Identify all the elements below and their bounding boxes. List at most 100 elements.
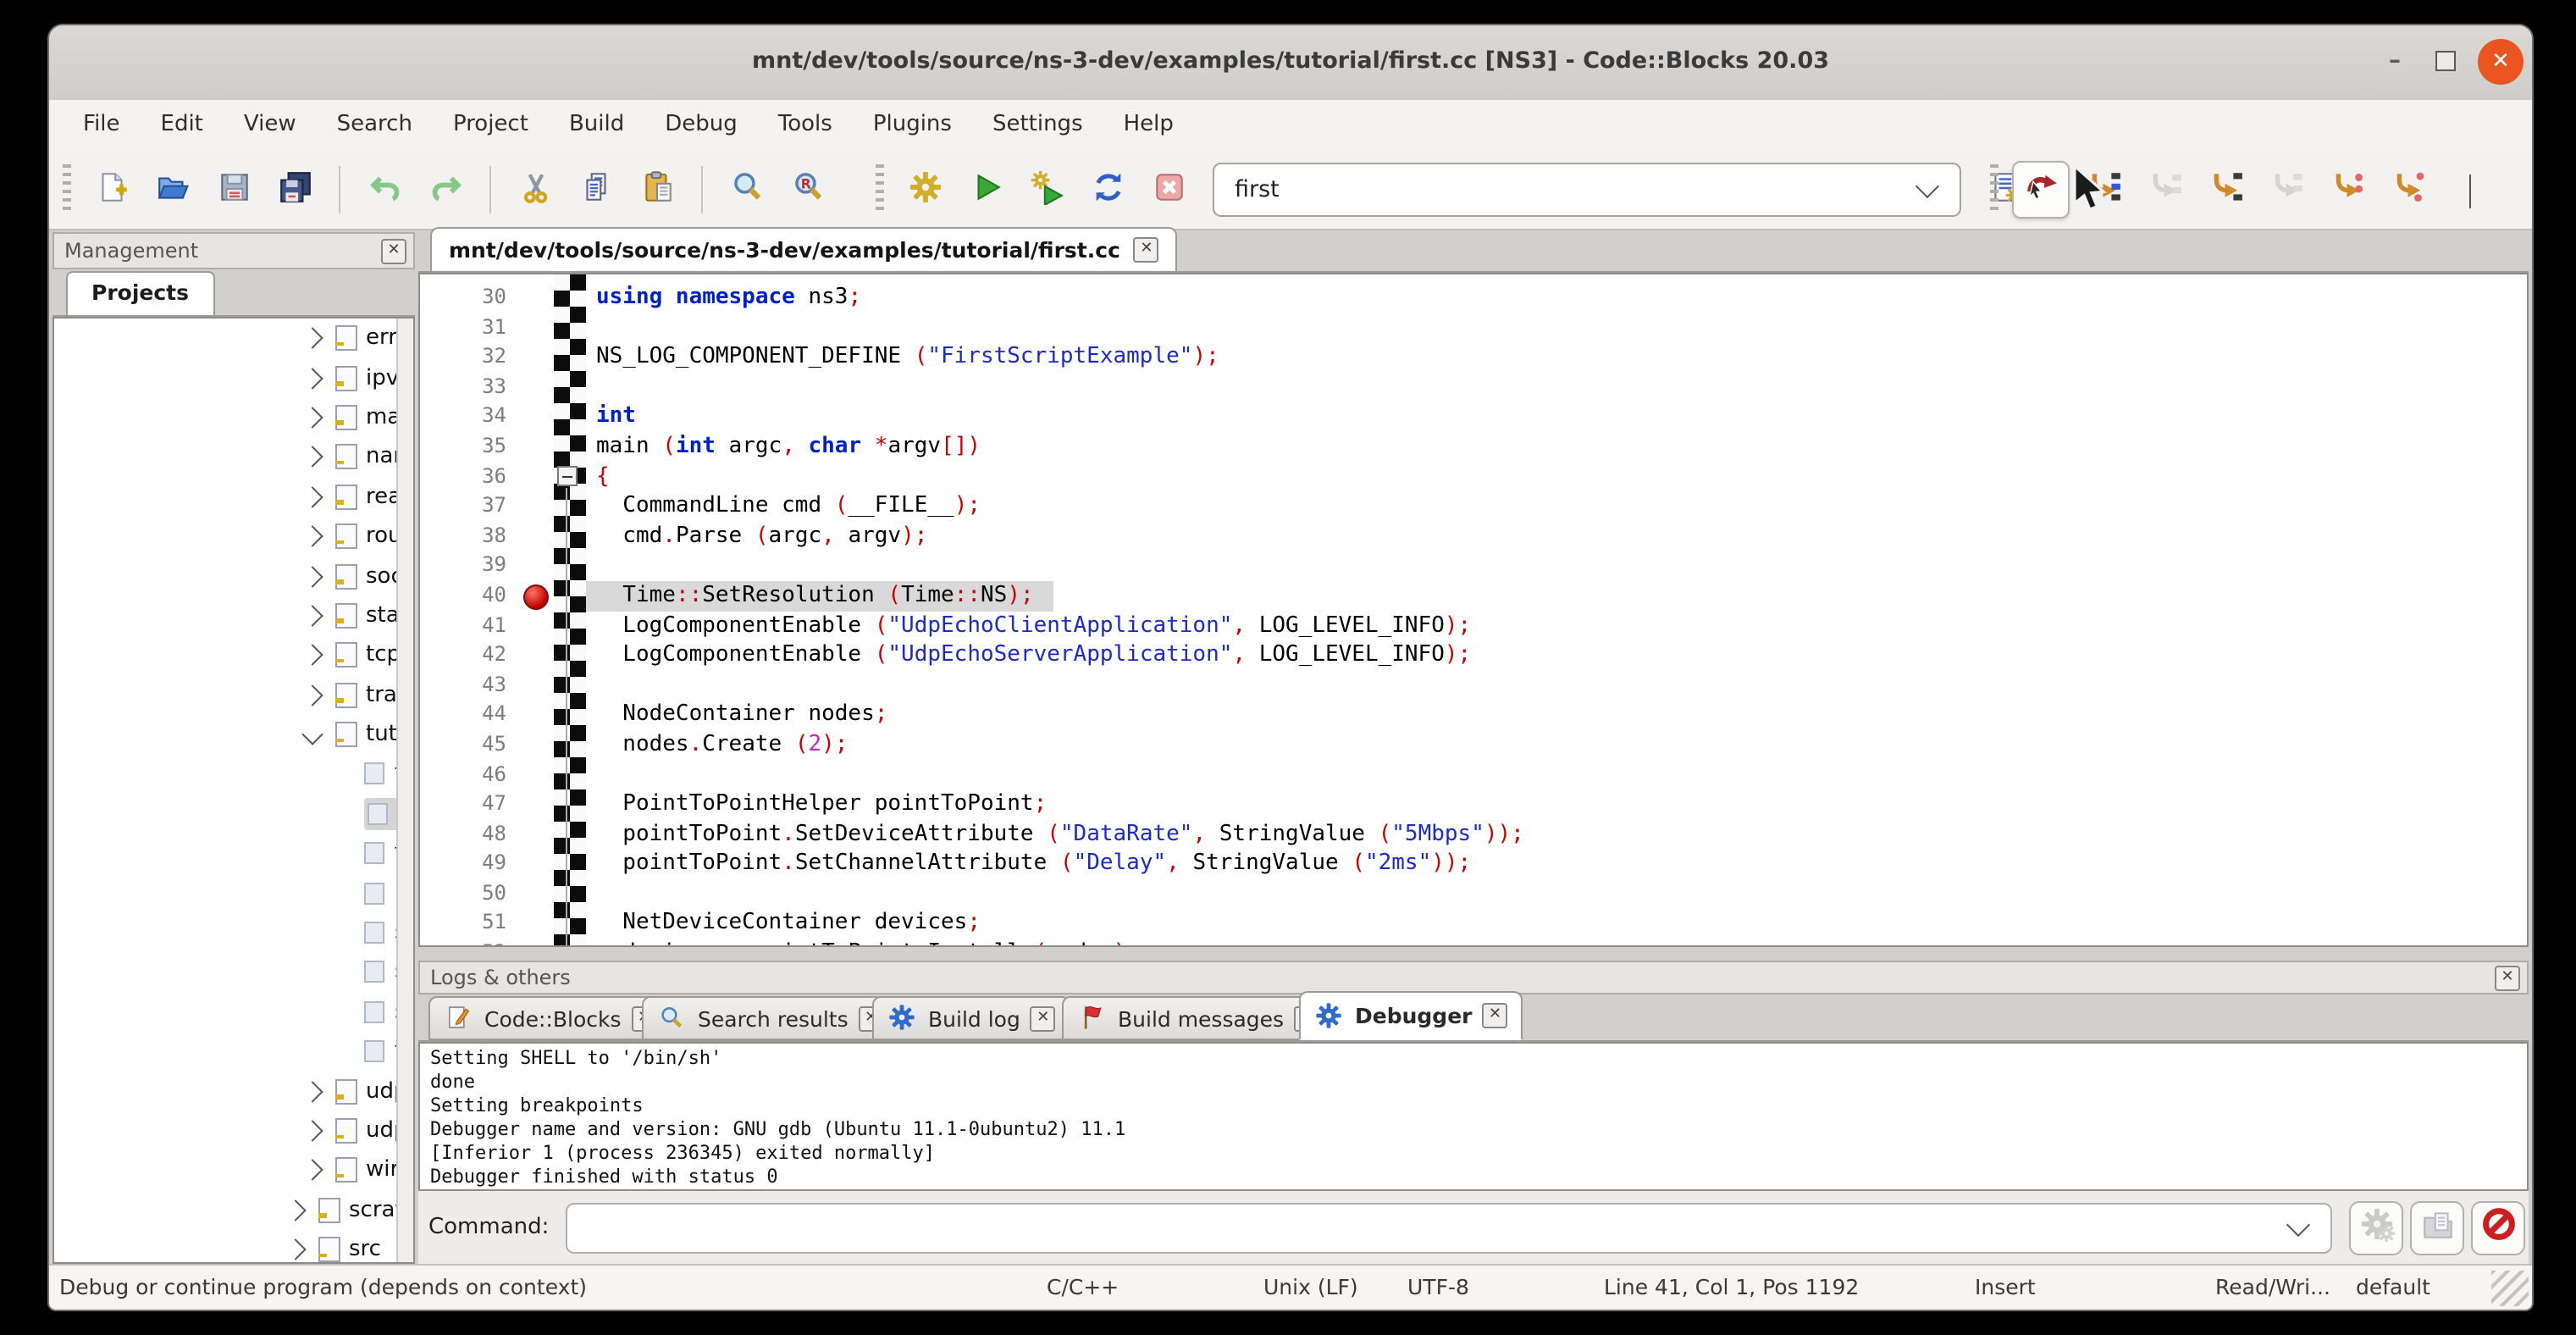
toolbar-overflow-button[interactable]	[2442, 163, 2496, 217]
code-line-46[interactable]: 46	[420, 760, 2527, 789]
run-button[interactable]	[959, 163, 1013, 217]
tree-item-tcp[interactable]: tcp	[54, 635, 413, 675]
editor-tab-close-icon[interactable]: ✕	[1134, 237, 1159, 263]
tree-item-rout[interactable]: rout	[54, 517, 413, 557]
code-line-37[interactable]: 37 CommandLine cmd (__FILE__);	[420, 491, 2527, 521]
line-number[interactable]: 43	[420, 670, 523, 700]
command-input[interactable]	[567, 1213, 2276, 1242]
tree-item-tuto[interactable]: tuto	[54, 715, 413, 755]
code-editor[interactable]: 30using namespace ns3;3132NS_LOG_COMPONE…	[418, 273, 2529, 947]
chevron-right-icon[interactable]	[301, 645, 323, 666]
log-tab-debugger[interactable]: Debugger✕	[1299, 991, 1523, 1040]
menu-item-project[interactable]: Project	[433, 100, 549, 151]
line-number[interactable]: 46	[420, 760, 523, 789]
chevron-right-icon[interactable]	[301, 565, 323, 586]
logs-close-icon[interactable]: ✕	[2495, 965, 2520, 990]
code-line-43[interactable]: 43	[420, 670, 2527, 700]
tree-item-reall[interactable]: reall	[54, 477, 413, 517]
minimize-button[interactable]: –	[2373, 25, 2417, 97]
tree-item-erro[interactable]: erro	[54, 319, 413, 358]
step-into-instruction-button[interactable]	[2381, 163, 2435, 217]
line-number[interactable]: 30	[420, 283, 523, 313]
chevron-right-icon[interactable]	[285, 1239, 306, 1260]
chevron-right-icon[interactable]	[301, 1080, 323, 1101]
log-tab-close-icon[interactable]: ✕	[1483, 1003, 1508, 1028]
build-button[interactable]	[898, 163, 952, 217]
code-line-41[interactable]: 41 LogComponentEnable ("UdpEchoClientApp…	[420, 611, 2527, 640]
build-and-run-button[interactable]	[1020, 163, 1074, 217]
code-line-30[interactable]: 30using namespace ns3;	[420, 283, 2527, 313]
line-number[interactable]: 44	[420, 701, 523, 730]
stop-debugger-button[interactable]	[2471, 1200, 2525, 1255]
tree-item-he[interactable]: he	[54, 873, 413, 913]
line-number[interactable]: 40	[420, 581, 523, 611]
tree-item-se[interactable]: se	[54, 913, 413, 953]
code-line-32[interactable]: 32NS_LOG_COMPONENT_DEFINE ("FirstScriptE…	[420, 342, 2527, 372]
toolbar-grip[interactable]	[1990, 164, 1998, 215]
code-line-49[interactable]: 49 pointToPoint.SetChannelAttribute ("De…	[420, 850, 2527, 879]
tree-item-mat[interactable]: mat	[54, 398, 413, 438]
replace-button[interactable]: R	[781, 163, 835, 217]
code-line-40[interactable]: 40 Time::SetResolution (Time::NS);	[420, 581, 2527, 611]
menu-item-plugins[interactable]: Plugins	[853, 100, 972, 151]
open-file-button[interactable]	[146, 163, 200, 217]
chevron-right-icon[interactable]	[301, 526, 323, 547]
chevron-right-icon[interactable]	[301, 367, 323, 388]
code-line-47[interactable]: 47 PointToPointHelper pointToPoint;	[420, 789, 2527, 819]
tree-item-wire[interactable]: wire	[54, 1150, 413, 1190]
chevron-right-icon[interactable]	[301, 486, 323, 507]
find-button[interactable]	[720, 163, 774, 217]
line-number[interactable]: 33	[420, 373, 523, 402]
line-number[interactable]: 52	[420, 939, 523, 947]
chevron-right-icon[interactable]	[301, 328, 323, 349]
line-number[interactable]: 41	[420, 611, 523, 640]
chevron-right-icon[interactable]	[301, 684, 323, 706]
abort-build-button[interactable]	[1142, 163, 1196, 217]
editor-tab-first-cc[interactable]: mnt/dev/tools/source/ns-3-dev/examples/t…	[430, 227, 1178, 271]
tree-item-th[interactable]: th	[54, 1032, 413, 1072]
build-target-input[interactable]	[1214, 176, 1905, 203]
save-file-button[interactable]	[207, 163, 261, 217]
menu-item-search[interactable]: Search	[317, 100, 433, 151]
line-number[interactable]: 47	[420, 789, 523, 819]
menu-item-file[interactable]: File	[63, 100, 141, 151]
tree-item-nam[interactable]: nam	[54, 437, 413, 477]
close-button[interactable]: ✕	[2478, 39, 2523, 85]
tree-item-six[interactable]: six	[54, 992, 413, 1032]
tab-projects[interactable]: Projects	[66, 271, 214, 315]
code-line-33[interactable]: 33	[420, 373, 2527, 402]
code-line-39[interactable]: 39	[420, 551, 2527, 581]
line-number[interactable]: 32	[420, 342, 523, 372]
line-number[interactable]: 42	[420, 640, 523, 670]
build-target-dropdown-icon[interactable]	[1915, 174, 1939, 198]
log-tab-search-results[interactable]: Search results✕	[642, 996, 899, 1040]
tree-scrollbar[interactable]	[396, 319, 413, 1262]
chevron-right-icon[interactable]	[301, 1160, 323, 1181]
line-number[interactable]: 36	[420, 462, 523, 491]
debugger-output[interactable]: Setting SHELL to '/bin/sh'doneSetting br…	[418, 1042, 2529, 1191]
line-number[interactable]: 50	[420, 879, 523, 909]
fold-collapse-icon[interactable]	[557, 466, 578, 486]
rebuild-button[interactable]	[1081, 163, 1135, 217]
cut-button[interactable]	[508, 163, 562, 217]
code-line-31[interactable]: 31	[420, 313, 2527, 342]
breakpoint-marker[interactable]	[523, 584, 549, 609]
title-bar[interactable]: mnt/dev/tools/source/ns-3-dev/examples/t…	[49, 25, 2532, 102]
menu-item-view[interactable]: View	[224, 100, 317, 151]
chevron-down-icon[interactable]	[301, 723, 323, 745]
menu-item-edit[interactable]: Edit	[141, 100, 224, 151]
line-number[interactable]: 51	[420, 909, 523, 939]
next-instruction-button[interactable]	[2320, 163, 2374, 217]
log-tab-code-blocks[interactable]: Code::Blocks✕	[428, 996, 672, 1040]
tree-item-fif[interactable]: fif	[54, 755, 413, 795]
tree-item-udp[interactable]: udp-	[54, 1111, 413, 1151]
chevron-right-icon[interactable]	[301, 446, 323, 468]
menu-item-tools[interactable]: Tools	[758, 100, 853, 151]
command-dropdown-icon[interactable]	[2286, 1212, 2310, 1236]
step-out-button[interactable]	[2259, 163, 2313, 217]
code-line-38[interactable]: 38 cmd.Parse (argc, argv);	[420, 522, 2527, 551]
code-line-52[interactable]: 52 devices = pointToPoint.Install (nodes…	[420, 939, 2527, 947]
build-target-combo[interactable]	[1213, 163, 1961, 217]
code-line-51[interactable]: 51 NetDeviceContainer devices;	[420, 909, 2527, 939]
code-line-36[interactable]: 36{	[420, 462, 2527, 491]
